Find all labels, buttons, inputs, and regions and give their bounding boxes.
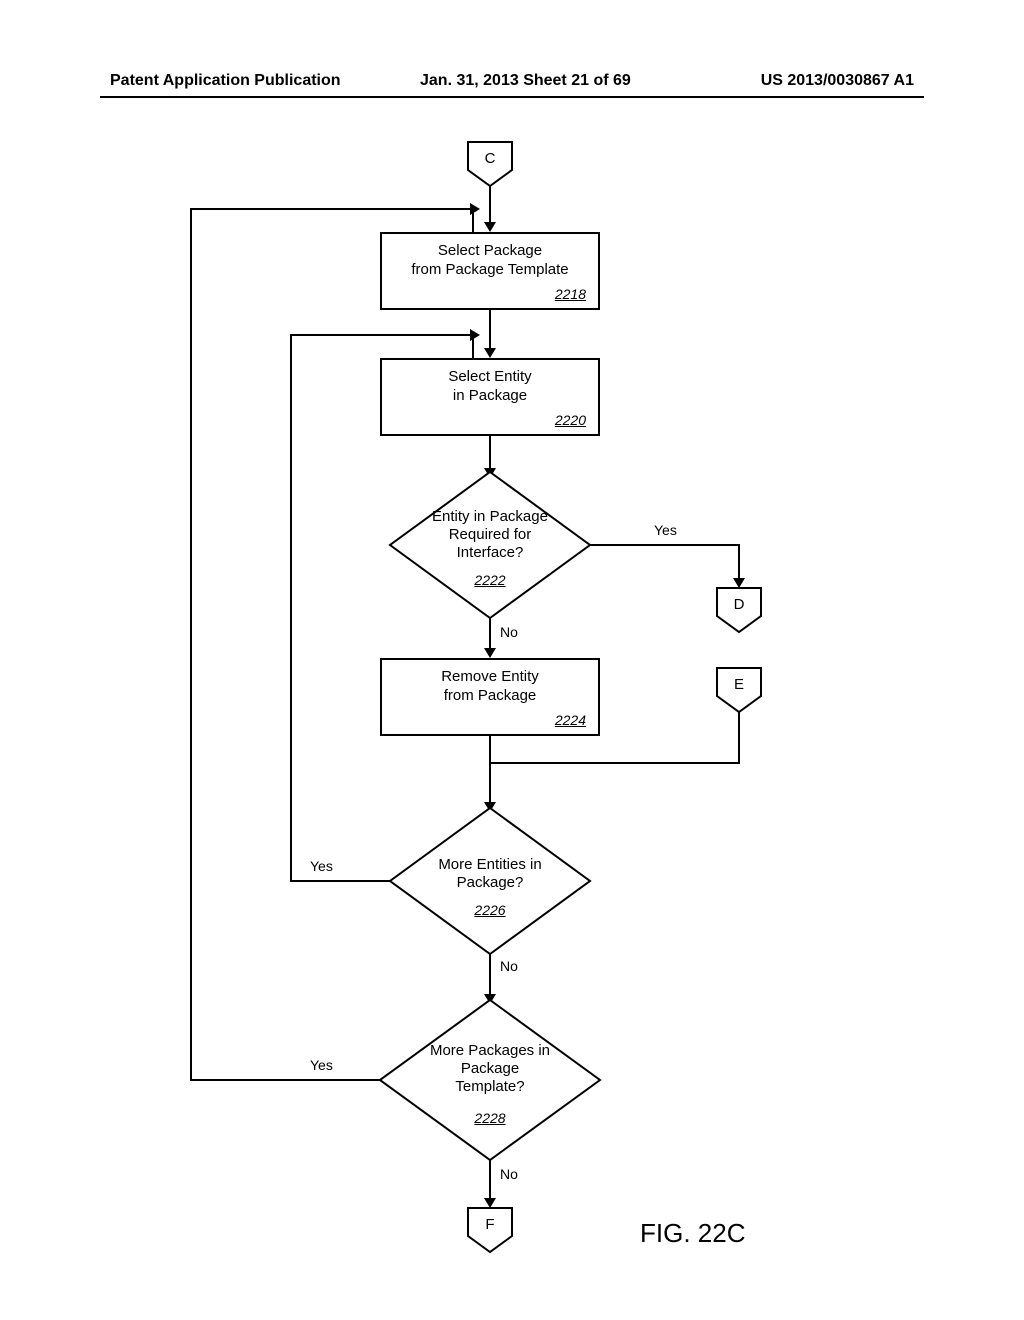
header-center: Jan. 31, 2013 Sheet 21 of 69 <box>420 72 631 90</box>
p2218-ref: 2218 <box>555 286 586 302</box>
d2222-line1: Entity in Package <box>432 508 548 525</box>
header-right: US 2013/0030867 A1 <box>761 72 914 90</box>
edge-2228-yes-h <box>190 1079 380 1081</box>
label-2222-yes: Yes <box>654 522 677 538</box>
d2222-ref: 2222 <box>388 572 592 588</box>
label-2228-no: No <box>500 1166 518 1182</box>
edge-e-down <box>738 712 740 764</box>
d2228-line1: More Packages in <box>430 1042 550 1059</box>
process-select-entity: Select Entity in Package 2220 <box>380 358 600 436</box>
p2224-line2: from Package <box>444 687 537 704</box>
d2228-line3: Template? <box>455 1078 524 1095</box>
d2226-line2: Package? <box>457 874 524 891</box>
connector-f-label: F <box>466 1216 514 1233</box>
edge-2222-yes-h <box>590 544 740 546</box>
label-2226-no: No <box>500 958 518 974</box>
connector-e-label: E <box>715 676 763 693</box>
edge-2228-yes-v <box>190 208 192 1081</box>
d2226-ref: 2226 <box>388 902 592 918</box>
connector-c: C <box>466 140 514 188</box>
d2228-ref: 2228 <box>378 1110 602 1126</box>
process-select-package: Select Package from Package Template 221… <box>380 232 600 310</box>
edge-2220-to-2222 <box>489 436 491 470</box>
label-2222-no: No <box>500 624 518 640</box>
edge-c-to-2218 <box>489 186 491 224</box>
edge-2226-yes-top-h <box>290 334 472 336</box>
p2218-line1: Select Package <box>438 242 542 259</box>
p2220-line2: in Package <box>453 387 527 404</box>
header-rule <box>100 96 924 98</box>
p2220-line1: Select Entity <box>448 368 531 385</box>
arrow-into-2224 <box>484 648 496 658</box>
figure-label: FIG. 22C <box>640 1218 745 1249</box>
d2222-line3: Interface? <box>457 544 524 561</box>
edge-2226-yes-h <box>290 880 390 882</box>
connector-c-label: C <box>466 150 514 167</box>
process-remove-entity: Remove Entity from Package 2224 <box>380 658 600 736</box>
edge-2226-yes-v <box>290 334 292 882</box>
decision-entity-required: Entity in Package Required for Interface… <box>388 470 592 620</box>
label-2228-yes: Yes <box>310 1057 333 1073</box>
connector-f: F <box>466 1206 514 1254</box>
edge-2228-no <box>489 1160 491 1200</box>
header-left: Patent Application Publication <box>110 72 341 90</box>
p2218-line2: from Package Template <box>411 261 568 278</box>
decision-more-packages: More Packages in Package Template? 2228 <box>378 998 602 1162</box>
label-2226-yes: Yes <box>310 858 333 874</box>
edge-2228-yes-top-h <box>190 208 472 210</box>
decision-more-entities: More Entities in Package? 2226 <box>388 806 592 956</box>
arrow-into-2218 <box>484 222 496 232</box>
p2224-line1: Remove Entity <box>441 668 539 685</box>
arrow-into-2220 <box>484 348 496 358</box>
edge-2226-no <box>489 954 491 996</box>
connector-e: E <box>715 666 763 714</box>
edge-loop-2218-down <box>472 208 474 232</box>
edge-2218-to-2220 <box>489 310 491 350</box>
d2228-line2: Package <box>461 1060 519 1077</box>
edge-e-merge-h <box>491 762 740 764</box>
edge-2222-no <box>489 618 491 650</box>
connector-d: D <box>715 586 763 634</box>
d2222-line2: Required for <box>449 526 532 543</box>
edge-2224-down <box>489 736 491 804</box>
p2220-ref: 2220 <box>555 412 586 428</box>
edge-loop-2220-down <box>472 334 474 358</box>
edge-2222-yes-v <box>738 544 740 580</box>
p2224-ref: 2224 <box>555 712 586 728</box>
d2226-line1: More Entities in <box>438 856 541 873</box>
connector-d-label: D <box>715 596 763 613</box>
patent-figure-page: Patent Application Publication Jan. 31, … <box>0 0 1024 1320</box>
